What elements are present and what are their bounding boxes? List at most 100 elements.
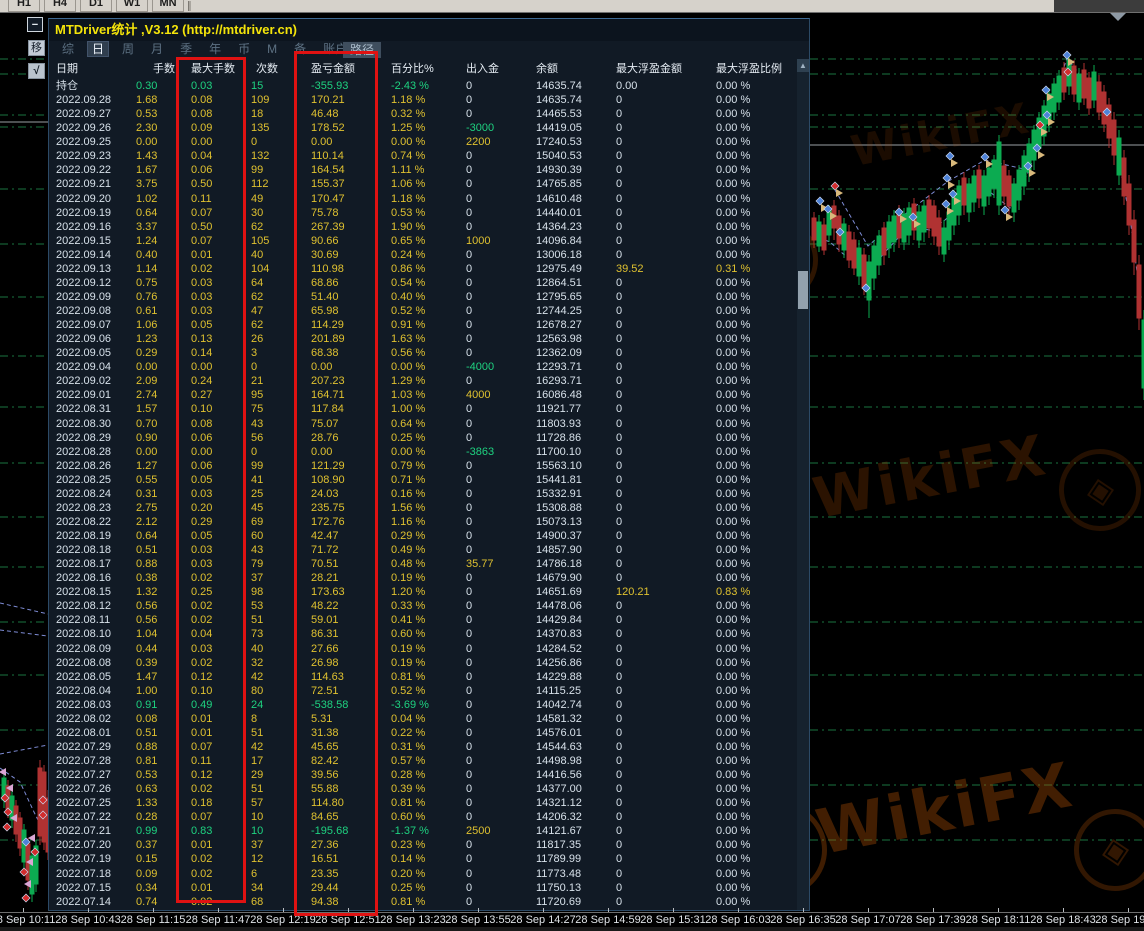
table-row[interactable]: 2022.08.090.440.034027.660.19 %014284.52…	[49, 642, 797, 656]
table-row[interactable]: 2022.09.071.060.0562114.290.91 %012678.2…	[49, 318, 797, 332]
table-row[interactable]: 2022.09.012.740.2795164.711.03 %40001608…	[49, 388, 797, 402]
table-row[interactable]: 2022.08.180.510.034371.720.49 %014857.90…	[49, 543, 797, 557]
table-row[interactable]: 2022.09.140.400.014030.690.24 %013006.18…	[49, 248, 797, 262]
tab-月[interactable]: 月	[147, 41, 167, 57]
table-row[interactable]: 2022.09.270.530.081846.480.32 %014465.53…	[49, 107, 797, 121]
table-cell: 73	[244, 627, 304, 641]
timeframe-button-h4[interactable]: H4	[44, 0, 76, 12]
table-row[interactable]: 2022.08.280.000.0000.000.00 %-386311700.…	[49, 445, 797, 459]
table-row[interactable]: 2022.09.163.370.5062267.391.90 %014364.2…	[49, 220, 797, 234]
table-row[interactable]: 2022.08.151.320.2598173.631.20 %014651.6…	[49, 585, 797, 599]
table-row[interactable]: 2022.09.262.300.09135178.521.25 %-300014…	[49, 121, 797, 135]
minimize-button[interactable]: −	[27, 17, 43, 32]
table-row[interactable]: 2022.09.120.750.036468.860.54 %012864.51…	[49, 276, 797, 290]
table-row[interactable]: 2022.09.231.430.04132110.140.74 %015040.…	[49, 149, 797, 163]
table-row[interactable]: 2022.08.020.080.0185.310.04 %014581.3200…	[49, 712, 797, 726]
table-cell: 0	[609, 599, 709, 613]
move-button[interactable]: 移	[28, 40, 45, 56]
tab-备[interactable]: 备	[290, 41, 310, 57]
table-row[interactable]: 2022.09.040.000.0000.000.00 %-400012293.…	[49, 360, 797, 374]
tab-综[interactable]: 综	[58, 41, 78, 57]
table-row[interactable]: 2022.09.201.020.1149170.471.18 %014610.4…	[49, 192, 797, 206]
table-row[interactable]: 2022.08.080.390.023226.980.19 %014256.86…	[49, 656, 797, 670]
candle-body	[1102, 92, 1106, 124]
table-row[interactable]: 2022.08.190.640.056042.470.29 %014900.37…	[49, 529, 797, 543]
table-row[interactable]: 2022.07.200.370.013727.360.23 %011817.35…	[49, 838, 797, 852]
table-row[interactable]: 2022.08.290.900.065628.760.25 %011728.86…	[49, 431, 797, 445]
table-row[interactable]: 2022.07.260.630.025155.880.39 %014377.00…	[49, 782, 797, 796]
timeframe-button-w1[interactable]: W1	[116, 0, 148, 12]
table-row[interactable]: 2022.08.030.910.4924-538.58-3.69 %014042…	[49, 698, 797, 712]
table-cell: 0.24	[184, 374, 244, 388]
check-button[interactable]: √	[28, 63, 45, 79]
table-row[interactable]: 2022.07.210.990.8310-195.68-1.37 %250014…	[49, 824, 797, 838]
table-row[interactable]: 2022.07.270.530.122939.560.28 %014416.56…	[49, 768, 797, 782]
table-cell: 0.08	[184, 107, 244, 121]
table-row[interactable]: 2022.09.221.670.0699164.541.11 %014930.3…	[49, 163, 797, 177]
table-cell: 0	[609, 824, 709, 838]
scrollbar-thumb[interactable]	[798, 271, 808, 309]
candle-body	[22, 830, 26, 862]
table-row[interactable]: 2022.08.170.880.037970.510.48 %35.771478…	[49, 557, 797, 571]
table-row[interactable]: 2022.08.101.040.047386.310.60 %014370.83…	[49, 627, 797, 641]
table-row[interactable]: 2022.09.090.760.036251.400.40 %012795.65…	[49, 290, 797, 304]
panel-scrollbar[interactable]: ▲	[797, 59, 809, 910]
table-row[interactable]: 2022.09.050.290.14368.380.56 %012362.090…	[49, 346, 797, 360]
table-row[interactable]: 2022.08.232.750.2045235.751.56 %015308.8…	[49, 501, 797, 515]
table-row[interactable]: 2022.09.250.000.0000.000.00 %220017240.5…	[49, 135, 797, 149]
table-row[interactable]: 2022.08.311.570.1075117.841.00 %011921.7…	[49, 402, 797, 416]
table-row[interactable]: 2022.07.130.210.048883.780.28 %011632.84…	[49, 909, 797, 910]
table-row[interactable]: 2022.09.151.240.0710590.660.65 %10001409…	[49, 234, 797, 248]
table-cell: 12795.65	[529, 290, 609, 304]
table-row[interactable]: 2022.07.251.330.1857114.800.81 %014321.1…	[49, 796, 797, 810]
table-row[interactable]: 2022.08.051.470.1242114.630.81 %014229.8…	[49, 670, 797, 684]
table-row[interactable]: 2022.08.120.560.025348.220.33 %014478.06…	[49, 599, 797, 613]
table-cell: 68	[244, 895, 304, 909]
table-row[interactable]: 2022.08.222.120.2969172.761.16 %015073.1…	[49, 515, 797, 529]
table-row[interactable]: 2022.09.213.750.50112155.371.06 %014765.…	[49, 177, 797, 191]
tab-年[interactable]: 年	[205, 41, 225, 57]
table-cell: 0	[609, 163, 709, 177]
table-row[interactable]: 2022.08.250.550.0541108.900.71 %015441.8…	[49, 473, 797, 487]
table-row[interactable]: 2022.09.281.680.08109170.211.18 %014635.…	[49, 93, 797, 107]
table-row[interactable]: 2022.08.010.510.015131.380.22 %014576.01…	[49, 726, 797, 740]
table-row[interactable]: 2022.08.041.000.108072.510.52 %014115.25…	[49, 684, 797, 698]
table-row[interactable]: 2022.08.160.380.023728.210.19 %014679.90…	[49, 571, 797, 585]
tab-日[interactable]: 日	[87, 41, 109, 57]
table-cell: 0.00 %	[709, 177, 794, 191]
table-row[interactable]: 2022.07.290.880.074245.650.31 %014544.63…	[49, 740, 797, 754]
table-row[interactable]: 持仓0.300.0315-355.93-2.43 %014635.740.000…	[49, 79, 797, 93]
table-row[interactable]: 2022.09.080.610.034765.980.52 %012744.25…	[49, 304, 797, 318]
table-cell: 0.00 %	[709, 149, 794, 163]
table-cell: 65.98	[304, 304, 384, 318]
tab-币[interactable]: 币	[234, 41, 254, 57]
table-row[interactable]: 2022.08.261.270.0699121.290.79 %015563.1…	[49, 459, 797, 473]
tab-季[interactable]: 季	[176, 41, 196, 57]
table-cell: 110.98	[304, 262, 384, 276]
table-row[interactable]: 2022.09.061.230.1326201.891.63 %012563.9…	[49, 332, 797, 346]
timeframe-button-h1[interactable]: H1	[8, 0, 40, 12]
table-row[interactable]: 2022.07.190.150.021216.510.14 %011789.99…	[49, 852, 797, 866]
table-cell: 0	[609, 557, 709, 571]
timeframe-button-d1[interactable]: D1	[80, 0, 112, 12]
path-button[interactable]: 路径	[343, 42, 381, 58]
table-row[interactable]: 2022.07.150.340.013429.440.25 %011750.13…	[49, 881, 797, 895]
table-row[interactable]: 2022.08.300.700.084375.070.64 %011803.93…	[49, 417, 797, 431]
candle-body	[857, 248, 861, 276]
table-row[interactable]: 2022.09.022.090.2421207.231.29 %016293.7…	[49, 374, 797, 388]
scroll-up-icon[interactable]: ▲	[797, 59, 809, 72]
table-row[interactable]: 2022.07.280.810.111782.420.57 %014498.98…	[49, 754, 797, 768]
table-cell: 14121.67	[529, 824, 609, 838]
table-row[interactable]: 2022.07.220.280.071084.650.60 %014206.32…	[49, 810, 797, 824]
table-row[interactable]: 2022.08.240.310.032524.030.16 %015332.91…	[49, 487, 797, 501]
table-row[interactable]: 2022.07.140.740.026894.380.81 %011720.69…	[49, 895, 797, 909]
chevron-down-icon[interactable]	[1110, 13, 1126, 21]
table-cell: 4000	[459, 388, 529, 402]
table-row[interactable]: 2022.09.131.140.02104110.980.86 %012975.…	[49, 262, 797, 276]
tab-周[interactable]: 周	[118, 41, 138, 57]
timeframe-button-mn[interactable]: MN	[152, 0, 184, 12]
table-row[interactable]: 2022.08.110.560.025159.010.41 %014429.84…	[49, 613, 797, 627]
table-row[interactable]: 2022.07.180.090.02623.350.20 %011773.480…	[49, 867, 797, 881]
table-row[interactable]: 2022.09.190.640.073075.780.53 %014440.01…	[49, 206, 797, 220]
tab-M[interactable]: M	[263, 41, 281, 57]
